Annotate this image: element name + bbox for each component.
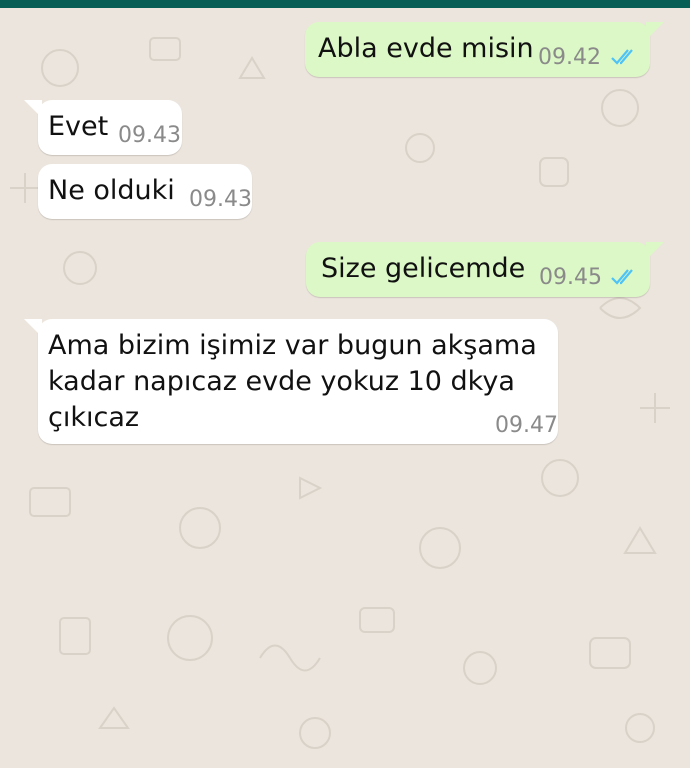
message-bubble-incoming[interactable]: Ne olduki 09.43 [38, 164, 252, 219]
message-bubble-outgoing[interactable]: Abla evde misin 09.42 [305, 22, 664, 77]
double-check-read-icon [611, 269, 633, 285]
double-check-read-icon [611, 49, 633, 65]
message-bubble-outgoing[interactable]: Size gelicemde 09.45 [306, 242, 664, 297]
message-text: Ama bizim işimiz var bugun akşama kadar … [48, 330, 537, 433]
message-time: 09.45 [539, 265, 602, 290]
message-bubble-incoming[interactable]: Evet 09.43 [24, 100, 182, 155]
bubble-tail [646, 22, 664, 40]
message-time: 09.43 [118, 123, 181, 148]
message-text: Size gelicemde [321, 253, 526, 284]
message-text: Evet [48, 111, 109, 142]
bubble-tail [24, 319, 42, 337]
app-header-strip [0, 0, 690, 8]
bubble-tail [646, 242, 664, 260]
message-time: 09.42 [538, 45, 601, 70]
message-time: 09.43 [189, 187, 252, 212]
message-text: Abla evde misin [318, 33, 534, 64]
bubble-tail [24, 100, 42, 118]
message-time: 09.47 [495, 413, 558, 438]
message-bubble-incoming[interactable]: Ama bizim işimiz var bugun akşama kadar … [24, 319, 558, 444]
message-text: Ne olduki [48, 175, 175, 206]
